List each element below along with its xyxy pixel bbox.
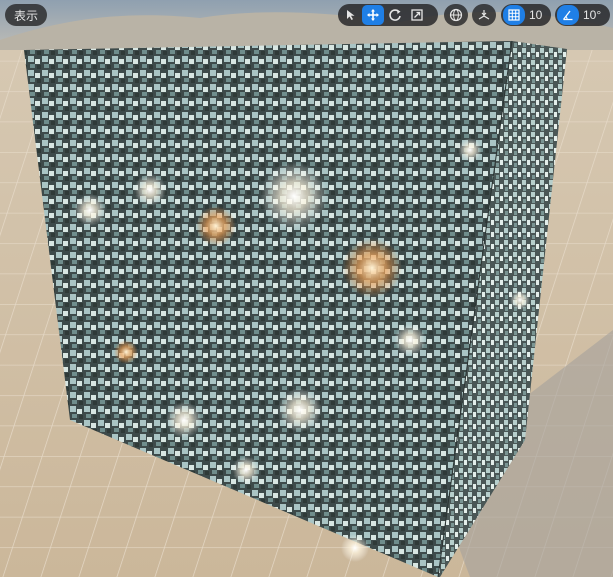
bright-star [74,194,106,226]
rotation-snap-toggle[interactable] [557,5,579,25]
select-mode-button[interactable] [340,5,362,25]
surface-snap-icon [478,10,490,20]
scale-mode-button[interactable] [406,5,428,25]
globe-icon [449,8,463,22]
transform-tools-group [338,4,438,26]
world-local-toggle[interactable] [444,4,468,26]
rotate-icon [389,9,401,21]
cursor-icon [347,10,355,20]
grid-snap-group[interactable]: 10 [501,4,551,26]
grid-icon [508,9,520,21]
move-mode-button[interactable] [362,5,384,25]
surface-snap-toggle[interactable] [472,4,496,26]
grid-snap-value[interactable]: 10 [529,8,542,22]
rotate-mode-button[interactable] [384,5,406,25]
view-menu-button[interactable]: 表示 [5,4,47,26]
rotation-snap-group[interactable]: 10° [555,4,610,26]
bright-star [114,340,138,364]
scale-icon [411,9,423,21]
bright-star [166,402,202,438]
bright-star [134,174,166,206]
bright-star [196,206,236,246]
view-menu-label: 表示 [13,8,38,23]
level-viewport[interactable] [0,0,613,577]
rotation-snap-value[interactable]: 10° [583,8,601,22]
bright-star [342,238,402,298]
bright-star [232,456,260,484]
angle-icon [562,10,573,21]
bright-star [260,162,328,230]
move-arrows-icon [367,9,379,21]
bright-star [394,324,426,356]
bright-star [341,534,369,562]
bright-star [278,388,322,432]
bright-star [458,138,482,162]
grid-snap-toggle[interactable] [503,5,525,25]
bright-star [510,290,530,310]
